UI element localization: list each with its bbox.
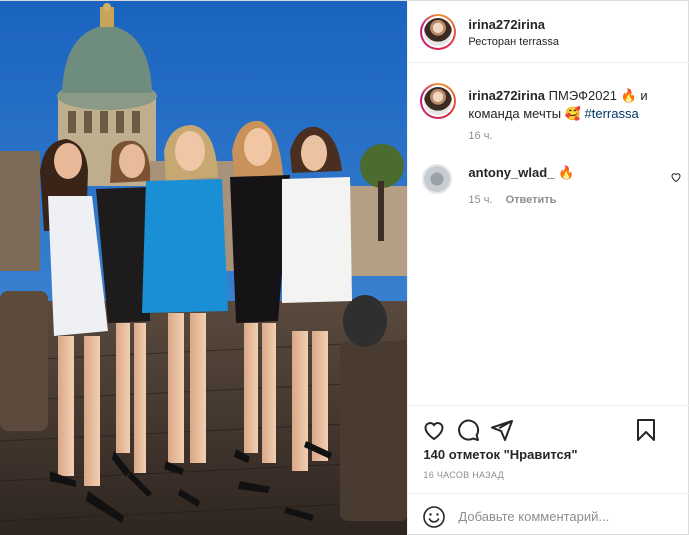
post-time-ago[interactable]: 16 ЧАСОВ НАЗАД <box>423 470 504 480</box>
smiley-icon[interactable] <box>422 505 446 529</box>
author-username-link[interactable]: irina272irina <box>468 17 545 32</box>
caption-text: irina272irina ПМЭФ2021 🔥 и команда мечты… <box>468 87 668 123</box>
paper-plane-icon[interactable] <box>490 418 514 442</box>
comment-text: antony_wlad_ 🔥 <box>468 165 574 181</box>
location-link[interactable]: Ресторан terrassa <box>468 36 559 48</box>
comment-body: 🔥 <box>558 165 575 180</box>
caption-text-before: ПМЭФ2021 <box>548 88 617 103</box>
caption-avatar[interactable] <box>420 83 457 119</box>
reply-button[interactable]: Ответить <box>506 194 557 206</box>
bookmark-icon[interactable] <box>634 418 658 442</box>
comment-time: 15 ч. <box>468 194 493 206</box>
comment-meta: 15 ч. Ответить <box>468 194 556 206</box>
comment-input[interactable] <box>458 504 674 528</box>
fire-emoji: 🔥 <box>620 88 637 103</box>
post-photo[interactable] <box>0 1 408 535</box>
add-comment-bar <box>408 493 689 535</box>
heart-icon[interactable] <box>422 418 446 442</box>
comment-like-heart-icon[interactable] <box>670 171 682 183</box>
commenter-username-link[interactable]: antony_wlad_ <box>468 165 554 180</box>
likes-count[interactable]: 140 отметок "Нравится" <box>423 447 577 462</box>
action-bar <box>408 405 689 451</box>
caption-username-link[interactable]: irina272irina <box>468 88 545 103</box>
smiling-hearts-emoji: 🥰 <box>564 106 581 121</box>
post-header: irina272irina Ресторан terrassa <box>408 1 689 63</box>
instagram-post: irina272irina Ресторан terrassa irina272… <box>0 0 689 535</box>
author-avatar[interactable] <box>420 14 457 50</box>
hashtag-link[interactable]: #terrassa <box>585 106 639 121</box>
post-photo-illustration <box>0 1 408 535</box>
post-side-panel: irina272irina Ресторан terrassa irina272… <box>407 1 689 535</box>
caption-time: 16 ч. <box>468 130 493 142</box>
commenter-avatar[interactable] <box>422 164 453 194</box>
comment-icon[interactable] <box>456 418 480 442</box>
